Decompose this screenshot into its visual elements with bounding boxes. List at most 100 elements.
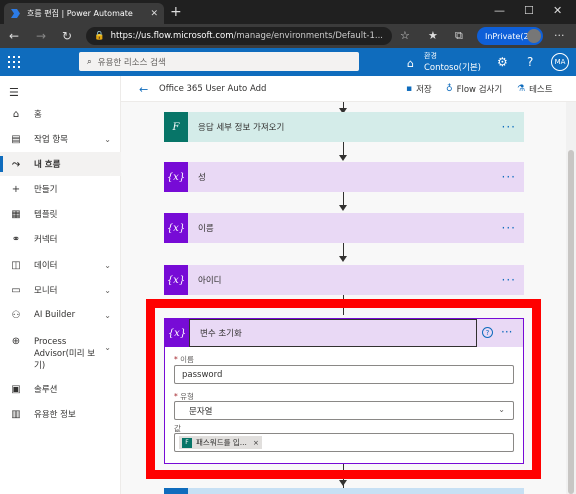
test-flask-icon: ⚗ — [517, 84, 526, 94]
name-input[interactable]: password — [174, 365, 514, 384]
profile-avatar — [527, 29, 541, 43]
refresh-icon[interactable]: ↻ — [62, 29, 72, 43]
forward-icon[interactable]: → — [36, 29, 46, 43]
browser-menu-icon[interactable]: ··· — [554, 29, 565, 42]
clipboard-icon: ▤ — [11, 133, 21, 145]
settings-gear-icon[interactable]: ⚙ — [497, 55, 508, 69]
app-header: ⌕ 유용한 리소스 검색 ⌂ 환경 Contoso(기본) ⚙ ? MA — [0, 48, 576, 76]
nav-item-connectors[interactable]: ⚭ 커넥터 — [0, 227, 121, 251]
process-advisor-icon: ⊕ — [11, 336, 21, 347]
url-path: /manage/environments/Default-1... — [233, 31, 384, 41]
token-remove-icon[interactable]: × — [253, 439, 259, 447]
url-field[interactable]: 🔒 https://us.flow.microsoft.com/manage/e… — [86, 27, 392, 45]
nav-label: 홈 — [34, 110, 42, 120]
search-icon: ⌕ — [87, 56, 92, 67]
environment-picker[interactable]: 환경 Contoso(기본) — [424, 51, 481, 73]
nav-item-process-advisor[interactable]: ⊕ Process Advisor(미리 보기) ⌄ — [0, 332, 121, 371]
step-variable-last-name[interactable]: {x} 성 ··· — [164, 162, 524, 192]
new-tab-button[interactable]: + — [170, 4, 182, 20]
connector-arrow — [339, 480, 347, 486]
minimize-icon[interactable]: — — [494, 4, 505, 17]
type-value: 문자열 — [189, 406, 213, 417]
tab-title: 흐름 편집 | Power Automate — [27, 9, 133, 18]
environment-name: Contoso(기본) — [424, 63, 481, 73]
nav-label: 커넥터 — [34, 235, 58, 245]
connector-icon: ⚭ — [11, 233, 21, 245]
nav-item-create[interactable]: + 만들기 — [0, 177, 121, 201]
template-icon: ▦ — [11, 208, 21, 220]
step-next-partial[interactable] — [164, 488, 524, 494]
back-arrow-icon[interactable]: ← — [139, 83, 148, 96]
help-circle-icon[interactable]: ? — [482, 327, 493, 338]
nav-label: 유용한 정보 — [34, 410, 76, 420]
flow-checker-button[interactable]: ♁ Flow 검사기 — [446, 83, 502, 95]
nav-item-solutions[interactable]: ▣ 솔루션 — [0, 377, 121, 401]
environment-label: 환경 — [424, 52, 437, 60]
name-field-label: * 이름 — [174, 355, 194, 364]
step-icon — [164, 488, 188, 494]
favorites-icon[interactable]: ★ — [428, 29, 438, 42]
nav-item-ai-builder[interactable]: ⚇ AI Builder ⌄ — [0, 303, 121, 327]
nav-item-templates[interactable]: ▦ 템플릿 — [0, 202, 121, 226]
name-value: password — [182, 369, 223, 380]
more-options-icon[interactable]: ··· — [502, 221, 516, 235]
nav-label: 데이터 — [34, 261, 58, 271]
step-get-response-details[interactable]: F 응답 세부 정보 가져오기 ··· — [164, 112, 524, 142]
save-button[interactable]: ▪ 저장 — [406, 83, 432, 95]
connector-line — [343, 243, 344, 257]
environment-icon[interactable]: ⌂ — [407, 57, 414, 70]
collections-icon[interactable]: ⧉ — [455, 29, 463, 43]
variable-icon: {x} — [164, 213, 188, 243]
step-title-input[interactable]: 변수 초기화 — [189, 319, 477, 347]
step-header[interactable]: {x} 변수 초기화 ? ··· — [165, 319, 523, 347]
nav-item-action-items[interactable]: ▤ 작업 항목 ⌄ — [0, 127, 121, 151]
nav-item-data[interactable]: ◫ 데이터 ⌄ — [0, 253, 121, 277]
more-options-icon[interactable]: ··· — [502, 273, 516, 287]
nav-label: 만들기 — [34, 185, 58, 195]
inprivate-badge[interactable]: InPrivate(2) — [477, 27, 543, 45]
inprivate-label: InPrivate(2) — [485, 31, 532, 41]
browser-tab-bar: 흐름 편집 | Power Automate ✕ + — ☐ ✕ — [0, 0, 576, 24]
browser-tab[interactable]: 흐름 편집 | Power Automate ✕ — [4, 3, 164, 24]
token-label: 패스워드를 입... — [196, 438, 247, 447]
nav-label: 작업 항목 — [34, 135, 68, 145]
forms-icon: F — [164, 112, 188, 142]
window-close-icon[interactable]: ✕ — [553, 4, 562, 17]
test-button[interactable]: ⚗ 테스트 — [517, 83, 553, 95]
user-avatar[interactable]: MA — [551, 53, 569, 71]
monitor-icon: ▭ — [11, 284, 21, 296]
forms-icon: F — [182, 437, 192, 448]
nav-item-learn[interactable]: ▥ 유용한 정보 — [0, 402, 121, 426]
nav-label: AI Builder — [34, 310, 76, 320]
maximize-icon[interactable]: ☐ — [524, 4, 534, 17]
connector-line — [343, 192, 344, 206]
dynamic-content-token[interactable]: F 패스워드를 입... × — [179, 436, 262, 449]
search-input[interactable]: ⌕ 유용한 리소스 검색 — [79, 52, 359, 71]
flow-icon: ⤳ — [12, 158, 20, 170]
type-select[interactable]: 문자열 ⌄ — [174, 401, 514, 420]
value-input[interactable]: F 패스워드를 입... × — [174, 433, 514, 452]
tab-close-icon[interactable]: ✕ — [150, 9, 158, 19]
step-variable-first-name[interactable]: {x} 이름 ··· — [164, 213, 524, 243]
hamburger-menu-icon[interactable]: ☰ — [9, 86, 19, 99]
favorite-star-icon[interactable]: ☆ — [400, 29, 410, 42]
help-icon[interactable]: ? — [527, 55, 533, 69]
search-placeholder: 유용한 리소스 검색 — [97, 57, 166, 68]
nav-label: 템플릿 — [34, 210, 58, 220]
database-icon: ◫ — [11, 259, 21, 271]
chevron-down-icon: ⌄ — [104, 343, 111, 352]
more-options-icon[interactable]: ··· — [502, 170, 516, 184]
more-options-icon[interactable]: ··· — [502, 120, 516, 134]
nav-item-my-flows[interactable]: ⤳ 내 흐름 — [0, 152, 121, 176]
app-launcher-icon[interactable] — [8, 56, 20, 68]
canvas-scrollbar-thumb[interactable] — [568, 150, 574, 494]
nav-item-home[interactable]: ⌂ 홈 — [0, 102, 121, 126]
chevron-down-icon: ⌄ — [498, 405, 505, 414]
step-label: 성 — [198, 173, 206, 183]
back-icon[interactable]: ← — [9, 29, 19, 43]
lock-icon: 🔒 — [94, 31, 105, 41]
more-options-icon[interactable]: ··· — [501, 325, 512, 339]
nav-item-monitor[interactable]: ▭ 모니터 ⌄ — [0, 278, 121, 302]
step-variable-id[interactable]: {x} 아이디 ··· — [164, 265, 524, 295]
ai-builder-icon: ⚇ — [11, 309, 21, 321]
